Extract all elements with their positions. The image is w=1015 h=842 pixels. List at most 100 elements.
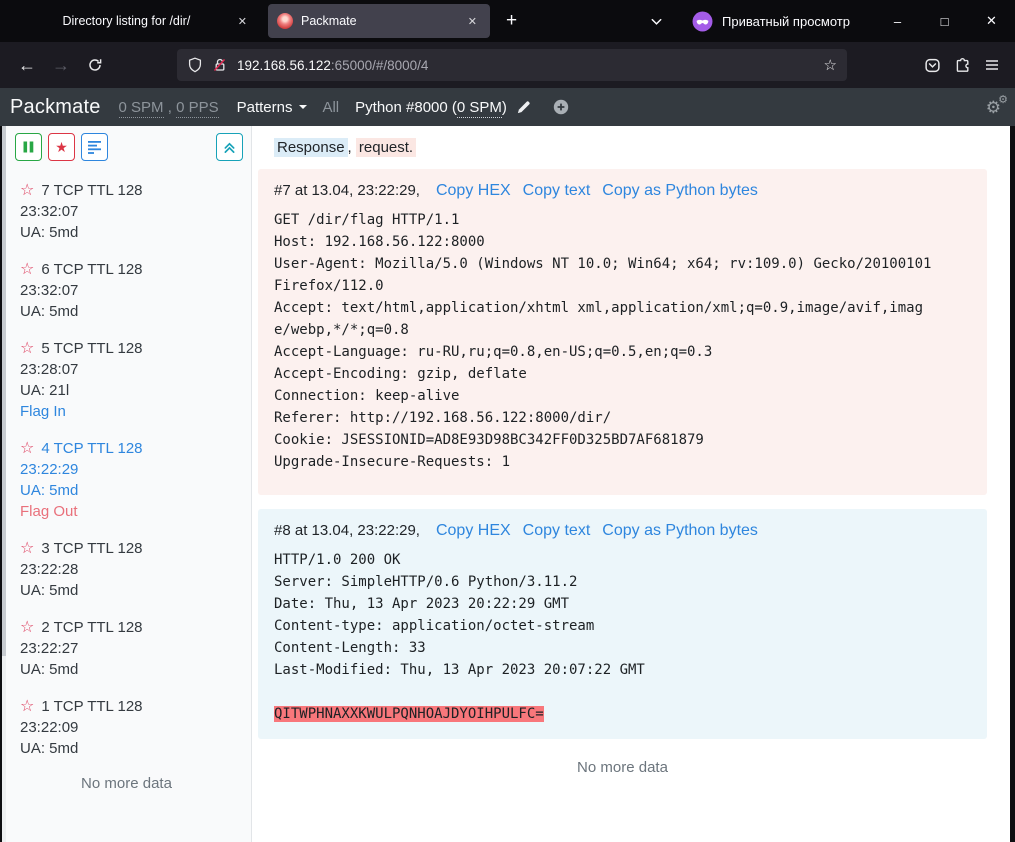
traffic-stats: 0 SPM , 0 PPS <box>119 99 219 116</box>
tab-title: Packmate <box>301 14 357 28</box>
stream-time[interactable]: 23:22:29 <box>20 459 245 480</box>
menu-hamburger-icon[interactable] <box>977 50 1007 80</box>
pps-counter: 0 PPS <box>176 99 219 118</box>
copy-link[interactable]: Copy text <box>523 522 591 539</box>
pocket-icon[interactable] <box>917 50 947 80</box>
scrollbar-thumb[interactable] <box>2 126 6 656</box>
tab-title: Directory listing for /dir/ <box>19 14 234 28</box>
stream-list-item[interactable]: ☆ 5 TCP TTL 128 23:28:07 UA: 21l Flag In <box>20 338 245 422</box>
service-all-link[interactable]: All <box>322 99 339 116</box>
packet-list: #7 at 13.04, 23:22:29, Copy HEXCopy text… <box>258 169 987 739</box>
packmate-navbar: Packmate 0 SPM , 0 PPS Patterns All Pyth… <box>0 88 1015 126</box>
private-browsing-label: Приватный просмотр <box>722 14 850 29</box>
patterns-dropdown[interactable]: Patterns <box>237 99 308 116</box>
service-label: Python #8000 (0 SPM) <box>355 99 507 116</box>
sidebar-no-more-data: No more data <box>2 775 251 792</box>
stream-list-item[interactable]: ☆ 1 TCP TTL 128 23:22:09 UA: 5md <box>20 696 245 759</box>
reload-button[interactable] <box>78 49 112 81</box>
url-text[interactable]: 192.168.56.122:65000/#/8000/4 <box>237 58 428 73</box>
stream-flag-in-link[interactable]: Flag In <box>20 401 245 422</box>
packet-id: #8 at 13.04, 23:22:29, <box>274 522 420 539</box>
stream-title[interactable]: 4 TCP TTL 128 <box>41 438 142 459</box>
copy-link[interactable]: Copy as Python bytes <box>602 182 758 199</box>
stream-user-agent[interactable]: UA: 5md <box>20 480 245 501</box>
caret-down-icon <box>299 105 307 109</box>
window-minimize-button[interactable]: – <box>874 0 921 42</box>
stream-time[interactable]: 23:32:07 <box>20 280 245 301</box>
stream-user-agent[interactable]: UA: 5md <box>20 659 245 680</box>
stream-sidebar: ★ ☆ 7 TCP TTL 128 23:32:07 UA: 5md ☆ 6 TCP… <box>2 126 252 842</box>
star-outline-icon[interactable]: ☆ <box>20 341 34 357</box>
copy-link[interactable]: Copy HEX <box>436 522 511 539</box>
list-filter-button[interactable] <box>81 133 108 161</box>
tab-directory-listing[interactable]: Directory listing for /dir/ ✕ <box>10 4 260 38</box>
pattern-match-highlight: QITWPHNAXXKWULPQNHOAJDYOIHPULFC= <box>274 706 544 722</box>
align-left-icon <box>88 140 102 154</box>
stream-title[interactable]: 2 TCP TTL 128 <box>41 617 142 638</box>
service-tab-python-8000[interactable]: Python #8000 (0 SPM) <box>355 99 531 116</box>
legend-response: Response <box>274 138 348 157</box>
stream-time[interactable]: 23:32:07 <box>20 201 245 222</box>
stream-title[interactable]: 6 TCP TTL 128 <box>41 259 142 280</box>
shield-icon[interactable] <box>187 57 203 73</box>
stream-user-agent[interactable]: UA: 5md <box>20 222 245 243</box>
copy-link[interactable]: Copy HEX <box>436 182 511 199</box>
spm-counter: 0 SPM <box>119 99 164 118</box>
extensions-puzzle-icon[interactable] <box>947 50 977 80</box>
app-brand[interactable]: Packmate <box>10 96 101 119</box>
stream-user-agent[interactable]: UA: 5md <box>20 580 245 601</box>
stream-flag-out-link[interactable]: Flag Out <box>20 501 245 522</box>
star-outline-icon[interactable]: ☆ <box>20 183 34 199</box>
star-outline-icon[interactable]: ☆ <box>20 541 34 557</box>
star-outline-icon[interactable]: ☆ <box>20 699 34 715</box>
window-controls: – □ ✕ <box>874 0 1015 42</box>
copy-link[interactable]: Copy as Python bytes <box>602 522 758 539</box>
scroll-to-top-button[interactable] <box>216 133 243 161</box>
tab-close-icon[interactable]: ✕ <box>234 13 251 30</box>
stream-user-agent[interactable]: UA: 5md <box>20 301 245 322</box>
sidebar-toolbar: ★ <box>2 126 251 167</box>
stream-time[interactable]: 23:22:09 <box>20 717 245 738</box>
stream-title[interactable]: 7 TCP TTL 128 <box>41 180 142 201</box>
stream-list-item[interactable]: ☆ 2 TCP TTL 128 23:22:27 UA: 5md <box>20 617 245 680</box>
star-outline-icon[interactable]: ☆ <box>20 441 34 457</box>
stream-list-item[interactable]: ☆ 4 TCP TTL 128 23:22:29 UA: 5md Flag Out <box>20 438 245 522</box>
stream-list-item[interactable]: ☆ 3 TCP TTL 128 23:22:28 UA: 5md <box>20 538 245 601</box>
insecure-lock-icon[interactable] <box>212 57 228 73</box>
settings-gears-icon[interactable]: ⚙⚙ <box>986 99 1001 116</box>
tab-close-icon[interactable]: ✕ <box>464 13 481 30</box>
url-host: 192.168.56.122 <box>237 58 331 73</box>
stream-time[interactable]: 23:22:27 <box>20 638 245 659</box>
star-outline-icon[interactable]: ☆ <box>20 620 34 636</box>
stream-title[interactable]: 3 TCP TTL 128 <box>41 538 142 559</box>
stream-time[interactable]: 23:28:07 <box>20 359 245 380</box>
pause-capture-button[interactable] <box>15 133 42 161</box>
pause-icon <box>23 141 34 153</box>
stream-title[interactable]: 1 TCP TTL 128 <box>41 696 142 717</box>
new-tab-button[interactable]: + <box>494 4 529 38</box>
star-outline-icon[interactable]: ☆ <box>20 262 34 278</box>
copy-link[interactable]: Copy text <box>523 182 591 199</box>
stream-user-agent[interactable]: UA: 5md <box>20 738 245 759</box>
edit-pencil-icon[interactable] <box>516 100 531 115</box>
url-bar[interactable]: 192.168.56.122:65000/#/8000/4 ☆ <box>177 49 847 81</box>
packet-type-legend: Response, request. <box>274 139 987 156</box>
stream-list-item[interactable]: ☆ 6 TCP TTL 128 23:32:07 UA: 5md <box>20 259 245 322</box>
window-close-button[interactable]: ✕ <box>968 0 1015 42</box>
stream-list-item[interactable]: ☆ 7 TCP TTL 128 23:32:07 UA: 5md <box>20 180 245 243</box>
packet-block: #8 at 13.04, 23:22:29, Copy HEX Copy text… <box>258 509 987 739</box>
stream-user-agent[interactable]: UA: 21l <box>20 380 245 401</box>
page-content: ★ ☆ 7 TCP TTL 128 23:32:07 UA: 5md ☆ 6 TCP… <box>0 126 1015 842</box>
add-service-button[interactable] <box>553 99 569 115</box>
window-maximize-button[interactable]: □ <box>921 0 968 42</box>
bookmark-star-icon[interactable]: ☆ <box>824 56 837 74</box>
stream-title[interactable]: 5 TCP TTL 128 <box>41 338 142 359</box>
stream-time[interactable]: 23:22:28 <box>20 559 245 580</box>
list-all-tabs-chevron-icon[interactable] <box>649 14 664 29</box>
legend-request: request. <box>356 138 416 157</box>
back-button[interactable]: ← <box>10 49 44 81</box>
tab-packmate[interactable]: Packmate ✕ <box>268 4 490 38</box>
favorites-filter-button[interactable]: ★ <box>48 133 75 161</box>
sidebar-scrollbar[interactable] <box>2 126 6 842</box>
private-mask-icon <box>692 11 713 32</box>
